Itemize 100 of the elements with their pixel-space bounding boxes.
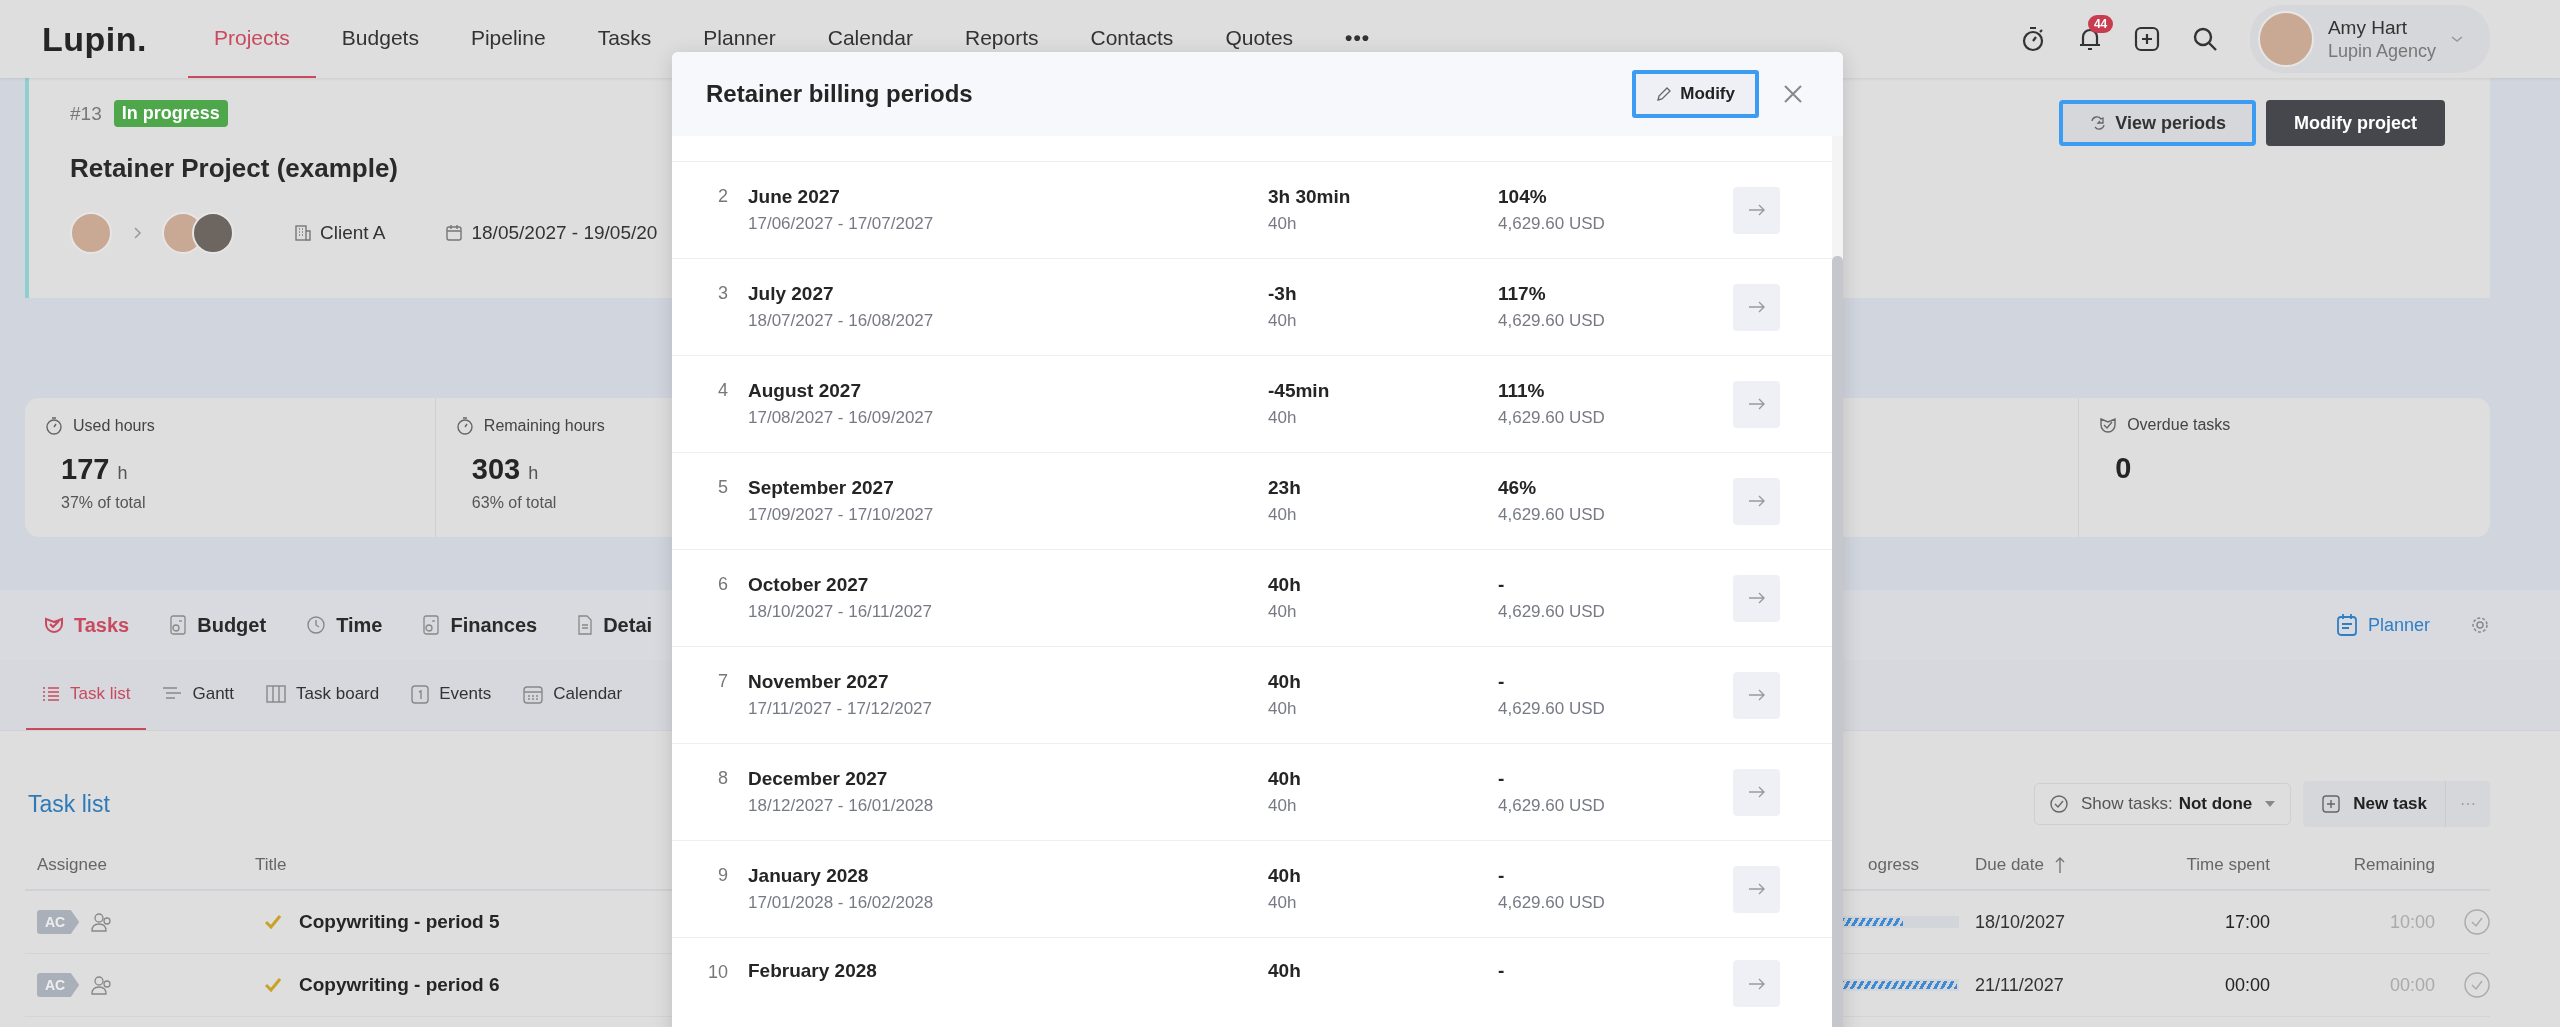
open-period-button[interactable] <box>1733 186 1780 234</box>
period-amount: 4,629.60 USD <box>1498 214 1606 234</box>
period-number: 10 <box>706 962 728 983</box>
period-dates: 17/01/2028 - 16/02/2028 <box>748 893 935 913</box>
hours-remaining: 3h 30min <box>1268 186 1352 208</box>
hours-budget: 40h <box>1268 214 1298 234</box>
task-title[interactable]: Copywriting - period 6 <box>299 974 500 996</box>
period-number: 6 <box>717 574 728 595</box>
plus-icon <box>2321 794 2342 814</box>
arrow-right-icon <box>1747 883 1766 895</box>
view-tab[interactable]: Task board <box>250 660 396 730</box>
period-number: 7 <box>717 671 728 692</box>
chevron-right-icon <box>132 226 142 240</box>
period-name: July 2027 <box>748 283 835 305</box>
hours-remaining: -3h <box>1268 283 1298 305</box>
period-dates: 18/12/2027 - 16/01/2028 <box>748 796 935 816</box>
hours-remaining: 23h <box>1268 477 1302 499</box>
period-amount: 4,629.60 USD <box>1498 408 1606 428</box>
tab[interactable]: Budget <box>169 613 267 637</box>
list-icon <box>42 686 60 702</box>
task-filter-dropdown[interactable]: Show tasks: Not done <box>2034 783 2292 825</box>
open-period-button[interactable] <box>1733 960 1780 1007</box>
usage-percent: 111% <box>1498 380 1546 402</box>
stopwatch-icon <box>45 416 63 435</box>
planner-icon <box>2335 613 2358 637</box>
avatar <box>70 212 112 254</box>
usage-percent: - <box>1498 574 1506 596</box>
hours-remaining: 40h <box>1268 574 1302 596</box>
sort-arrow-icon <box>2054 856 2066 874</box>
user-menu[interactable]: Amy Hart Lupin Agency <box>2249 5 2490 73</box>
settings-icon[interactable] <box>2470 615 2490 635</box>
add-icon[interactable] <box>2133 26 2160 52</box>
hours-budget: 40h <box>1268 893 1298 913</box>
columns-icon <box>266 685 287 703</box>
status-badge: In progress <box>113 100 228 127</box>
stat-value: 177 <box>61 453 110 485</box>
view-tab[interactable]: Events <box>395 660 508 730</box>
people-icon <box>91 975 114 995</box>
caret-icon <box>2264 800 2277 808</box>
open-period-button[interactable] <box>1733 380 1780 428</box>
modify-button[interactable]: Modify <box>1632 70 1759 118</box>
project-dates: 18/05/2027 - 19/05/20 <box>471 222 658 244</box>
due-date: 21/11/2027 <box>1975 974 2065 996</box>
modify-project-button[interactable]: Modify project <box>2266 100 2445 146</box>
period-number: 8 <box>717 768 728 789</box>
project-title: Retainer Project (example) <box>70 153 399 184</box>
usage-percent: - <box>1498 865 1506 887</box>
open-period-button[interactable] <box>1733 671 1780 719</box>
period-number: 4 <box>717 380 728 401</box>
open-period-button[interactable] <box>1733 865 1780 913</box>
view-tab[interactable]: Gantt <box>146 660 251 730</box>
nav-item[interactable]: Tasks <box>571 0 678 78</box>
new-task-button[interactable]: New task <box>2303 781 2446 827</box>
chevron-down-icon <box>2450 34 2464 44</box>
checkmark-icon <box>265 915 281 929</box>
hours-budget: 40h <box>1268 408 1298 428</box>
column-header[interactable]: Remaining <box>2270 855 2435 875</box>
view-tab[interactable]: Calendar <box>507 660 639 730</box>
avatar <box>192 212 234 254</box>
hours-remaining: -45min <box>1268 380 1331 402</box>
hours-budget: 40h <box>1268 505 1298 525</box>
column-header[interactable]: Assignee <box>25 855 255 875</box>
organization-name: Lupin Agency <box>2327 40 2436 62</box>
stat-value: 0 <box>2115 452 2132 484</box>
arrow-right-icon <box>1747 398 1766 410</box>
period-dates: 17/09/2027 - 17/10/2027 <box>748 505 935 525</box>
scrollbar-thumb[interactable] <box>1832 256 1843 1027</box>
period-name: October 2027 <box>748 574 870 596</box>
nav-item[interactable]: Pipeline <box>444 0 572 78</box>
building-icon <box>294 224 312 242</box>
arrow-right-icon <box>1747 301 1766 313</box>
open-period-button[interactable] <box>1733 477 1780 525</box>
nav-item[interactable]: Budgets <box>315 0 445 78</box>
complete-check-icon[interactable] <box>2464 909 2490 935</box>
tab[interactable]: Detai <box>577 613 653 637</box>
calendar-icon <box>523 684 544 704</box>
task-title[interactable]: Copywriting - period 5 <box>299 911 500 933</box>
period-dates: 18/10/2027 - 16/11/2027 <box>748 602 933 622</box>
tab[interactable]: Time <box>306 613 383 637</box>
open-period-button[interactable] <box>1733 283 1780 331</box>
close-icon[interactable] <box>1783 84 1803 104</box>
logo[interactable]: Lupin. <box>42 19 188 59</box>
clock-icon <box>306 615 327 635</box>
period-name: August 2027 <box>748 380 862 402</box>
column-header[interactable]: Time spent <box>2140 855 2270 875</box>
client-name: Client A <box>320 222 386 244</box>
open-period-button[interactable] <box>1733 574 1780 622</box>
search-icon[interactable] <box>2191 26 2218 52</box>
avatar <box>2257 11 2314 67</box>
usage-percent: 104% <box>1498 186 1548 208</box>
complete-check-icon[interactable] <box>2464 972 2490 998</box>
open-period-button[interactable] <box>1733 768 1780 816</box>
arrow-right-icon <box>1747 977 1766 990</box>
column-header[interactable]: Due date <box>1975 855 2140 875</box>
period-number: 5 <box>717 477 728 498</box>
project-number: #13 <box>70 102 102 125</box>
tab[interactable]: Finances <box>422 613 538 637</box>
usage-percent: - <box>1498 960 1506 982</box>
period-amount: 4,629.60 USD <box>1498 893 1606 913</box>
view-periods-button[interactable]: View periods <box>2059 100 2256 146</box>
